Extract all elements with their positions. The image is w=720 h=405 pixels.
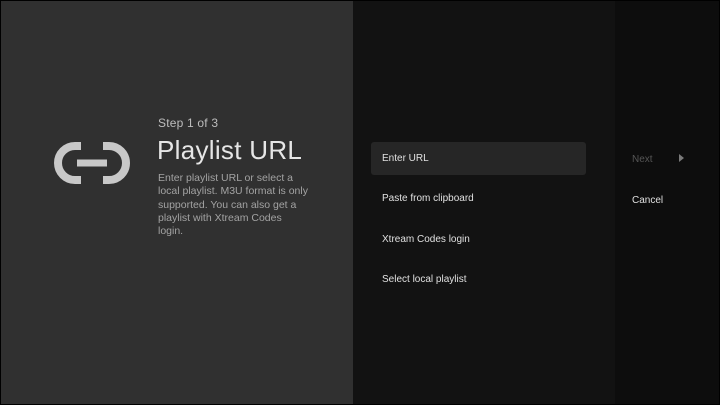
guidance-panel: Step 1 of 3 Playlist URL Enter playlist … — [1, 1, 353, 404]
select-local-playlist-action[interactable]: Select local playlist — [371, 263, 586, 296]
cancel-button-label: Cancel — [632, 194, 664, 206]
xtream-codes-login-action[interactable]: Xtream Codes login — [371, 223, 586, 256]
next-button-label: Next — [632, 153, 653, 165]
page-title: Playlist URL — [157, 135, 303, 165]
step-description: Enter playlist URL or select a local pla… — [158, 172, 308, 238]
action-label: Xtream Codes login — [382, 234, 470, 245]
action-label: Enter URL — [382, 153, 429, 164]
action-label: Paste from clipboard — [382, 193, 474, 204]
step-breadcrumb: Step 1 of 3 — [158, 116, 219, 130]
paste-from-clipboard-action[interactable]: Paste from clipboard — [371, 182, 586, 215]
next-button[interactable]: Next — [632, 149, 653, 169]
guided-step-screen: Step 1 of 3 Playlist URL Enter playlist … — [0, 0, 720, 405]
button-actions-panel: Next Cancel — [615, 1, 719, 404]
actions-list: Enter URL Paste from clipboard Xtream Co… — [353, 1, 615, 404]
action-label: Select local playlist — [382, 274, 467, 285]
cancel-button[interactable]: Cancel — [632, 190, 663, 210]
link-icon — [54, 142, 130, 184]
enter-url-action[interactable]: Enter URL — [371, 142, 586, 175]
chevron-right-icon — [679, 154, 684, 162]
